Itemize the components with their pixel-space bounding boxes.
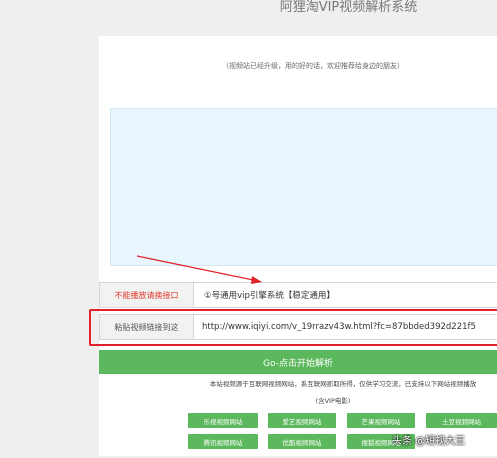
disclaimer-text: 本站视频源于互联网视频网站，系互联网抓取所得，仅供学习交流，已支持以下网站视频播…	[209, 380, 477, 388]
site-button-mango[interactable]: 芒果视频网站	[347, 413, 415, 428]
site-button-tudou[interactable]: 土豆视频网站	[426, 413, 497, 428]
watermark-text: 头条 @短视大王	[392, 436, 466, 447]
site-button-iqiyi[interactable]: 爱艺视频网站	[268, 413, 336, 428]
site-button-letv[interactable]: 乐视视频网站	[188, 413, 258, 428]
site-button-tencent[interactable]: 腾讯视频网站	[188, 434, 258, 449]
red-arrow-annotation	[136, 255, 262, 284]
site-button-youku[interactable]: 优酷视频网站	[268, 434, 336, 449]
vip-note: (含VIP电影)	[315, 397, 351, 405]
go-parse-button[interactable]: Go-点击开始解析	[99, 350, 497, 374]
